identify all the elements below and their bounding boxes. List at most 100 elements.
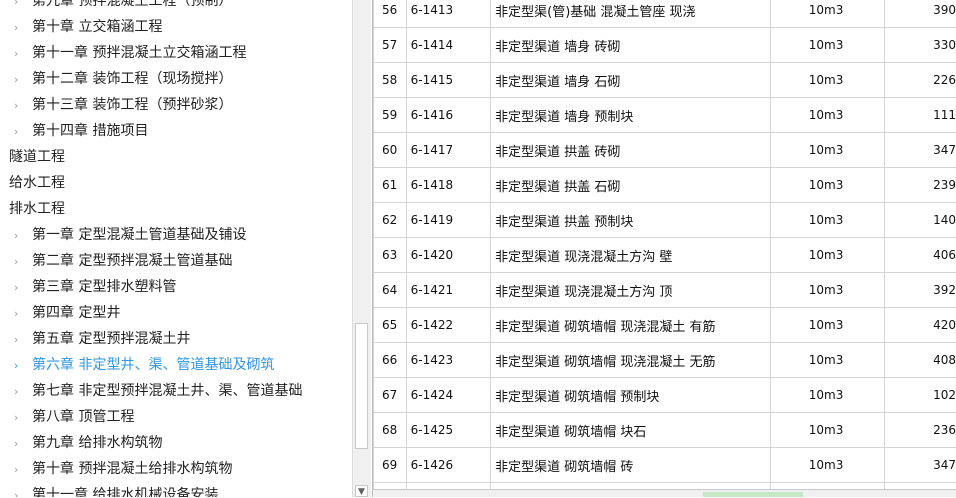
unit-cell[interactable]: 10m3 xyxy=(770,413,884,448)
chevron-right-icon[interactable]: › xyxy=(14,0,32,15)
unit-cell[interactable]: 10m3 xyxy=(770,378,884,413)
quota-name-cell[interactable]: 非定型渠道 拱盖 预制块 xyxy=(491,203,771,238)
quota-code-cell[interactable]: 6-1426 xyxy=(406,448,491,483)
quota-name-cell[interactable]: 非定型渠道 砌筑墙帽 现浇混凝土 无筋 xyxy=(491,343,771,378)
unit-cell[interactable]: 10m3 xyxy=(770,98,884,133)
quota-code-cell[interactable]: 6-1418 xyxy=(406,168,491,203)
quota-name-cell[interactable]: 非定型渠道 砌筑墙帽 现浇混凝土 有筋 xyxy=(491,308,771,343)
unit-cell[interactable]: 10m3 xyxy=(770,238,884,273)
chevron-right-icon[interactable]: › xyxy=(14,119,32,145)
row-number-cell[interactable]: 63 xyxy=(374,238,407,273)
unit-cell[interactable]: 10m3 xyxy=(770,203,884,238)
row-number-cell[interactable]: 60 xyxy=(374,133,407,168)
quota-code-cell[interactable]: 6-1415 xyxy=(406,63,491,98)
tree-chapter-item[interactable]: ›第七章 非定型预拌混凝土井、渠、管道基础 xyxy=(0,378,302,404)
tree-chapter-item[interactable]: ›第十一章 预拌混凝土立交箱涵工程 xyxy=(0,40,302,66)
chevron-right-icon[interactable]: › xyxy=(14,301,32,327)
table-row[interactable]: 646-1421非定型渠道 现浇混凝土方沟 顶10m3392 xyxy=(374,273,956,308)
table-row[interactable]: 586-1415非定型渠道 墙身 石砌10m3226 xyxy=(374,63,956,98)
table-row[interactable]: 686-1425非定型渠道 砌筑墙帽 块石10m3236 xyxy=(374,413,956,448)
chevron-right-icon[interactable]: › xyxy=(14,353,32,379)
quota-name-cell[interactable]: 非定型渠道 砌筑墙帽 预制块 xyxy=(491,378,771,413)
quota-code-cell[interactable]: 6-1425 xyxy=(406,413,491,448)
row-number-cell[interactable]: 67 xyxy=(374,378,407,413)
tree-scroll-thumb[interactable] xyxy=(355,323,368,449)
unit-cell[interactable]: 10m3 xyxy=(770,448,884,483)
quota-name-cell[interactable]: 非定型渠道 砌筑墙帽 块石 xyxy=(491,413,771,448)
tree-chapter-item[interactable]: ›第十一章 给排水机械设备安装 xyxy=(0,482,302,497)
quota-name-cell[interactable]: 非定型渠道 墙身 预制块 xyxy=(491,98,771,133)
tree-chapter-item[interactable]: ›第二章 定型预拌混凝土管道基础 xyxy=(0,248,302,274)
row-number-cell[interactable]: 57 xyxy=(374,28,407,63)
row-number-cell[interactable]: 61 xyxy=(374,168,407,203)
tree-chapter-item[interactable]: ›第十三章 装饰工程（预拌砂浆） xyxy=(0,92,302,118)
row-number-cell[interactable]: 62 xyxy=(374,203,407,238)
quantity-cell[interactable]: 330 xyxy=(884,28,956,63)
quota-name-cell[interactable]: 非定型渠道 现浇混凝土方沟 壁 xyxy=(491,238,771,273)
quantity-cell[interactable]: 406 xyxy=(884,238,956,273)
row-number-cell[interactable]: 59 xyxy=(374,98,407,133)
chevron-right-icon[interactable]: › xyxy=(14,93,32,119)
table-row[interactable]: 696-1426非定型渠道 砌筑墙帽 砖10m3347 xyxy=(374,448,956,483)
chevron-right-icon[interactable]: › xyxy=(14,15,32,41)
quantity-cell[interactable]: 408 xyxy=(884,343,956,378)
row-number-cell[interactable]: 65 xyxy=(374,308,407,343)
scroll-down-arrow-icon[interactable]: ▼ xyxy=(355,485,368,497)
tree-category[interactable]: 隧道工程 xyxy=(0,144,302,170)
quota-name-cell[interactable]: 非定型渠道 拱盖 石砌 xyxy=(491,168,771,203)
quota-code-cell[interactable]: 6-1422 xyxy=(406,308,491,343)
table-row[interactable]: 576-1414非定型渠道 墙身 砖砌10m3330 xyxy=(374,28,956,63)
row-number-cell[interactable]: 56 xyxy=(374,0,407,28)
quantity-cell[interactable]: 390 xyxy=(884,0,956,28)
unit-cell[interactable]: 10m3 xyxy=(770,343,884,378)
grid-horizontal-scroll-thumb[interactable] xyxy=(703,492,803,497)
quantity-cell[interactable]: 347 xyxy=(884,448,956,483)
tree-chapter-item[interactable]: ›第四章 定型井 xyxy=(0,300,302,326)
tree-vertical-scrollbar[interactable]: ▼ xyxy=(352,0,371,497)
chevron-right-icon[interactable]: › xyxy=(14,483,32,497)
chevron-right-icon[interactable]: › xyxy=(14,275,32,301)
quantity-cell[interactable]: 239 xyxy=(884,168,956,203)
unit-cell[interactable]: 10m3 xyxy=(770,0,884,28)
quantity-cell[interactable]: 392 xyxy=(884,273,956,308)
quota-name-cell[interactable]: 非定型渠道 墙身 砖砌 xyxy=(491,28,771,63)
tree-chapter-item[interactable]: ›第九章 给排水构筑物 xyxy=(0,430,302,456)
unit-cell[interactable]: 10m3 xyxy=(770,28,884,63)
chevron-right-icon[interactable]: › xyxy=(14,223,32,249)
table-row[interactable]: 606-1417非定型渠道 拱盖 砖砌10m3347 xyxy=(374,133,956,168)
table-row[interactable]: 616-1418非定型渠道 拱盖 石砌10m3239 xyxy=(374,168,956,203)
quota-code-cell[interactable]: 6-1417 xyxy=(406,133,491,168)
table-row[interactable]: 666-1423非定型渠道 砌筑墙帽 现浇混凝土 无筋10m3408 xyxy=(374,343,956,378)
quantity-cell[interactable]: 420 xyxy=(884,308,956,343)
chevron-right-icon[interactable]: › xyxy=(14,249,32,275)
table-row[interactable]: 566-1413非定型渠(管)基础 混凝土管座 现浇10m3390 xyxy=(374,0,956,28)
tree-chapter-item[interactable]: ›第六章 非定型井、渠、管道基础及砌筑 xyxy=(0,352,302,378)
quantity-cell[interactable]: 140 xyxy=(884,203,956,238)
quota-code-cell[interactable]: 6-1421 xyxy=(406,273,491,308)
table-row[interactable]: 636-1420非定型渠道 现浇混凝土方沟 壁10m3406 xyxy=(374,238,956,273)
grid-horizontal-scrollbar[interactable] xyxy=(373,489,956,497)
tree-category[interactable]: 排水工程 xyxy=(0,196,302,222)
quantity-cell[interactable]: 226 xyxy=(884,63,956,98)
quota-code-cell[interactable]: 6-1424 xyxy=(406,378,491,413)
tree-chapter-item[interactable]: ›第八章 顶管工程 xyxy=(0,404,302,430)
quota-code-cell[interactable]: 6-1414 xyxy=(406,28,491,63)
chevron-right-icon[interactable]: › xyxy=(14,457,32,483)
tree-chapter-item[interactable]: ›第一章 定型混凝土管道基础及铺设 xyxy=(0,222,302,248)
table-row[interactable]: 656-1422非定型渠道 砌筑墙帽 现浇混凝土 有筋10m3420 xyxy=(374,308,956,343)
row-number-cell[interactable]: 69 xyxy=(374,448,407,483)
quantity-cell[interactable]: 111 xyxy=(884,98,956,133)
table-row[interactable]: 596-1416非定型渠道 墙身 预制块10m3111 xyxy=(374,98,956,133)
row-number-cell[interactable]: 66 xyxy=(374,343,407,378)
quota-code-cell[interactable]: 6-1419 xyxy=(406,203,491,238)
tree-chapter-item[interactable]: ›第三章 定型排水塑料管 xyxy=(0,274,302,300)
quota-code-cell[interactable]: 6-1413 xyxy=(406,0,491,28)
chevron-right-icon[interactable]: › xyxy=(14,405,32,431)
tree-chapter-item[interactable]: ›第九章 预拌混凝土工程（预制） xyxy=(0,0,302,14)
tree-chapter-item[interactable]: ›第十章 预拌混凝土给排水构筑物 xyxy=(0,456,302,482)
unit-cell[interactable]: 10m3 xyxy=(770,168,884,203)
tree-chapter-item[interactable]: ›第五章 定型预拌混凝土井 xyxy=(0,326,302,352)
quantity-cell[interactable]: 236 xyxy=(884,413,956,448)
row-number-cell[interactable]: 68 xyxy=(374,413,407,448)
quota-code-cell[interactable]: 6-1423 xyxy=(406,343,491,378)
